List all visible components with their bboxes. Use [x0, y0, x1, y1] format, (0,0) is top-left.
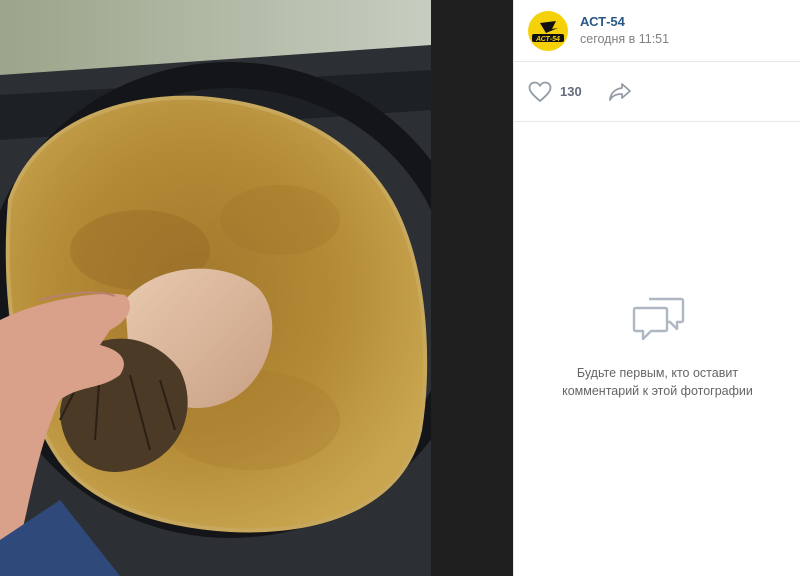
comments-icon — [632, 297, 684, 341]
photo-viewer: АСТ-54 АСТ-54 сегодня в 11:51 130 Будьте… — [0, 0, 800, 576]
post-author: АСТ-54 АСТ-54 сегодня в 11:51 — [514, 0, 800, 62]
comments-empty-text: Будьте первым, кто оставит комментарий к… — [514, 364, 800, 400]
comments-empty-line1: Будьте первым, кто оставит — [576, 366, 739, 380]
photo-letterbox — [431, 0, 513, 576]
comments-empty-state: Будьте первым, кто оставит комментарий к… — [514, 296, 800, 400]
like-count: 130 — [560, 84, 582, 99]
like-button[interactable]: 130 — [528, 81, 582, 103]
comments-empty-line2: комментарий к этой фотографии — [562, 384, 753, 398]
photo[interactable] — [0, 0, 513, 576]
share-icon — [608, 82, 631, 101]
author-name-link[interactable]: АСТ-54 — [580, 13, 669, 30]
photo-sidebar: АСТ-54 АСТ-54 сегодня в 11:51 130 Будьте… — [513, 0, 800, 576]
post-date-link[interactable]: сегодня в 11:51 — [580, 31, 669, 48]
logo-text: АСТ-54 — [535, 36, 560, 43]
author-info: АСТ-54 сегодня в 11:51 — [580, 13, 669, 48]
share-button[interactable] — [608, 82, 632, 102]
post-actions: 130 — [514, 62, 800, 122]
logo-icon: АСТ-54 — [532, 20, 564, 43]
avatar[interactable]: АСТ-54 — [528, 10, 568, 51]
heart-icon — [528, 81, 552, 102]
